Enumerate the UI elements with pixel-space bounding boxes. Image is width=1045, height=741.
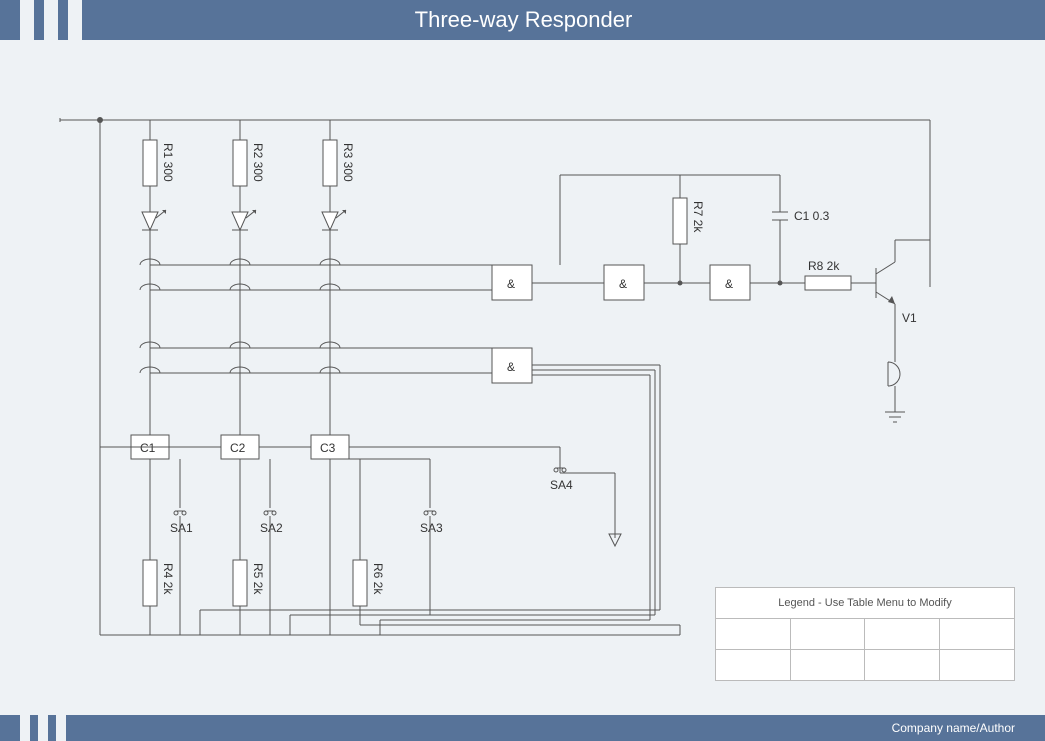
- switch-sa2: [264, 500, 276, 515]
- svg-text:&: &: [619, 277, 627, 291]
- label-r7: R7 2k: [691, 201, 705, 233]
- legend-cell: [940, 650, 1015, 681]
- label-c2: C2: [230, 441, 246, 455]
- label-sa4: SA4: [550, 478, 573, 492]
- gate-row-2: &: [140, 342, 660, 620]
- label-v1: V1: [902, 311, 917, 325]
- resistor-r5: [233, 560, 247, 606]
- label-r3: R3 300: [341, 143, 355, 182]
- switch-sa3: [424, 500, 436, 515]
- title-bar: Three-way Responder: [0, 0, 1045, 40]
- resistor-r8: [805, 276, 851, 290]
- label-sa1: SA1: [170, 521, 193, 535]
- footer-label: Company name/Author: [892, 721, 1015, 735]
- led-2: [232, 210, 256, 230]
- transistor-v1: V1: [870, 240, 930, 422]
- label-r4: R4 2k: [161, 563, 175, 595]
- legend-cell: [865, 650, 940, 681]
- label-r6: R6 2k: [371, 563, 385, 595]
- legend-table: Legend - Use Table Menu to Modify: [715, 587, 1015, 681]
- buzzer-icon: [888, 350, 900, 400]
- legend-cell: [716, 619, 791, 650]
- label-r1: R1 300: [161, 143, 175, 182]
- label-r5: R5 2k: [251, 563, 265, 595]
- resistor-r1: [143, 140, 157, 186]
- switch-sa1: [174, 500, 186, 515]
- legend-cell: [940, 619, 1015, 650]
- label-sa3: SA3: [420, 521, 443, 535]
- legend-cell: [716, 650, 791, 681]
- label-r8: R8 2k: [808, 259, 840, 273]
- svg-text:&: &: [507, 360, 515, 374]
- label-c3: C3: [320, 441, 336, 455]
- label-cap1: C1 0.3: [794, 209, 830, 223]
- resistor-r4: [143, 560, 157, 606]
- legend-cell: [865, 619, 940, 650]
- label-r2: R2 300: [251, 143, 265, 182]
- diagram-title: Three-way Responder: [82, 7, 1045, 33]
- resistor-r6: [353, 560, 367, 606]
- gate-row-1: & & & R8 2k R7 2k C1 0.3: [140, 175, 870, 300]
- svg-text:&: &: [725, 277, 733, 291]
- resistor-r3: [323, 140, 337, 186]
- branch-1: R1 300 C1 SA1 R4 2k: [100, 120, 193, 635]
- switch-sa4-group: SA4: [349, 447, 621, 546]
- branch-2: R2 300 C2 SA2 R5 2k: [100, 120, 283, 635]
- legend-cell: [790, 619, 865, 650]
- resistor-r2: [233, 140, 247, 186]
- label-c1: C1: [140, 441, 156, 455]
- led-3: [322, 210, 346, 230]
- header-decor-bars: [20, 0, 82, 40]
- feedback-wires: [200, 610, 680, 635]
- footer-bar: Company name/Author: [0, 715, 1045, 741]
- resistor-r7: [673, 198, 687, 244]
- svg-text:&: &: [507, 277, 515, 291]
- legend-title: Legend - Use Table Menu to Modify: [716, 588, 1015, 619]
- footer-decor-bars: [20, 715, 66, 741]
- label-sa2: SA2: [260, 521, 283, 535]
- led-1: [142, 210, 166, 230]
- branch-3: R3 300 C3 R6 2k: [259, 120, 385, 635]
- legend-cell: [790, 650, 865, 681]
